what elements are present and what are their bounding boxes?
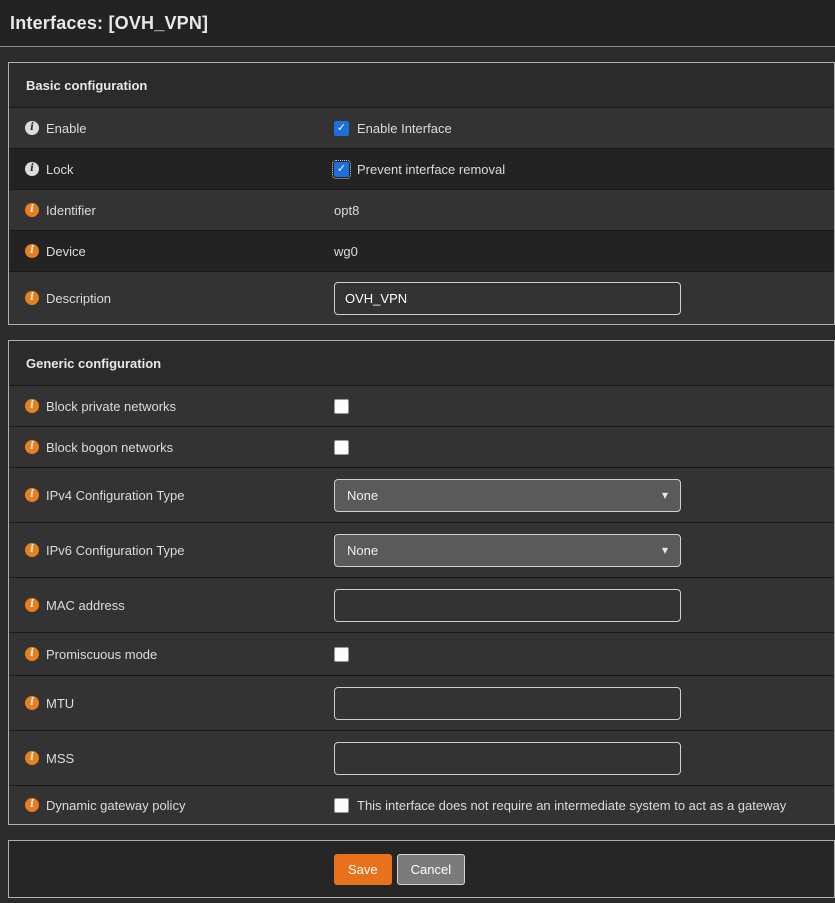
check-icon: ✓ [337,123,346,134]
row-dynamic-gateway: i Dynamic gateway policy This interface … [9,785,834,824]
block-private-checkbox[interactable] [334,399,349,414]
save-button[interactable]: Save [334,854,392,885]
check-icon: ✓ [337,164,346,175]
row-promiscuous: i Promiscuous mode [9,632,834,675]
page-header: Interfaces: [OVH_VPN] [0,0,835,47]
info-icon[interactable]: i [25,203,39,217]
info-icon[interactable]: i [25,543,39,557]
generic-configuration-header: Generic configuration [9,341,834,385]
caret-down-icon: ▾ [662,543,668,557]
row-ipv6-type: i IPv6 Configuration Type None ▾ [9,522,834,577]
ipv6-type-select[interactable]: None ▾ [334,534,681,567]
row-mtu: i MTU [9,675,834,730]
info-icon[interactable]: i [25,440,39,454]
field-label-identifier: Identifier [46,203,96,218]
ipv6-type-selected-value: None [347,543,378,558]
info-icon[interactable]: i [25,696,39,710]
row-lock: i Lock ✓ Prevent interface removal [9,148,834,189]
field-label-ipv6-type: IPv6 Configuration Type [46,543,185,558]
device-value: wg0 [334,244,358,259]
basic-configuration-header: Basic configuration [9,63,834,107]
row-block-bogon: i Block bogon networks [9,426,834,467]
field-label-ipv4-type: IPv4 Configuration Type [46,488,185,503]
info-icon[interactable]: i [25,598,39,612]
info-icon[interactable]: i [25,488,39,502]
mtu-input[interactable] [334,687,681,720]
lock-checkbox-label: Prevent interface removal [357,162,505,177]
field-label-block-private: Block private networks [46,399,176,414]
field-label-dynamic-gateway: Dynamic gateway policy [46,798,185,813]
row-description: i Description [9,271,834,324]
row-ipv4-type: i IPv4 Configuration Type None ▾ [9,467,834,522]
field-label-mss: MSS [46,751,74,766]
info-icon[interactable]: i [25,751,39,765]
promiscuous-mode-checkbox[interactable] [334,647,349,662]
field-label-mac-address: MAC address [46,598,125,613]
field-label-enable: Enable [46,121,86,136]
field-label-description: Description [46,291,111,306]
section-title: Generic configuration [26,356,161,371]
row-device: i Device wg0 [9,230,834,271]
ipv4-type-select[interactable]: None ▾ [334,479,681,512]
mac-address-input[interactable] [334,589,681,622]
enable-checkbox-label: Enable Interface [357,121,452,136]
field-label-device: Device [46,244,86,259]
lock-checkbox[interactable]: ✓ [334,162,349,177]
mss-input[interactable] [334,742,681,775]
generic-configuration-panel: Generic configuration i Block private ne… [8,340,835,825]
info-icon[interactable]: i [25,162,39,176]
field-label-lock: Lock [46,162,73,177]
row-mss: i MSS [9,730,834,785]
info-icon[interactable]: i [25,798,39,812]
description-input[interactable] [334,282,681,315]
row-mac-address: i MAC address [9,577,834,632]
section-title: Basic configuration [26,78,147,93]
block-bogon-checkbox[interactable] [334,440,349,455]
info-icon[interactable]: i [25,244,39,258]
ipv4-type-selected-value: None [347,488,378,503]
enable-interface-checkbox[interactable]: ✓ [334,121,349,136]
row-block-private: i Block private networks [9,385,834,426]
row-enable: i Enable ✓ Enable Interface [9,107,834,148]
dynamic-gateway-checkbox-label: This interface does not require an inter… [357,798,786,813]
actions-panel: Save Cancel [8,840,835,898]
info-icon[interactable]: i [25,291,39,305]
dynamic-gateway-checkbox[interactable] [334,798,349,813]
identifier-value: opt8 [334,203,359,218]
field-label-mtu: MTU [46,696,74,711]
info-icon[interactable]: i [25,399,39,413]
caret-down-icon: ▾ [662,488,668,502]
field-label-promiscuous: Promiscuous mode [46,647,157,662]
info-icon[interactable]: i [25,647,39,661]
row-identifier: i Identifier opt8 [9,189,834,230]
page-title: Interfaces: [OVH_VPN] [10,13,208,34]
info-icon[interactable]: i [25,121,39,135]
basic-configuration-panel: Basic configuration i Enable ✓ Enable In… [8,62,835,325]
cancel-button[interactable]: Cancel [397,854,465,885]
field-label-block-bogon: Block bogon networks [46,440,173,455]
